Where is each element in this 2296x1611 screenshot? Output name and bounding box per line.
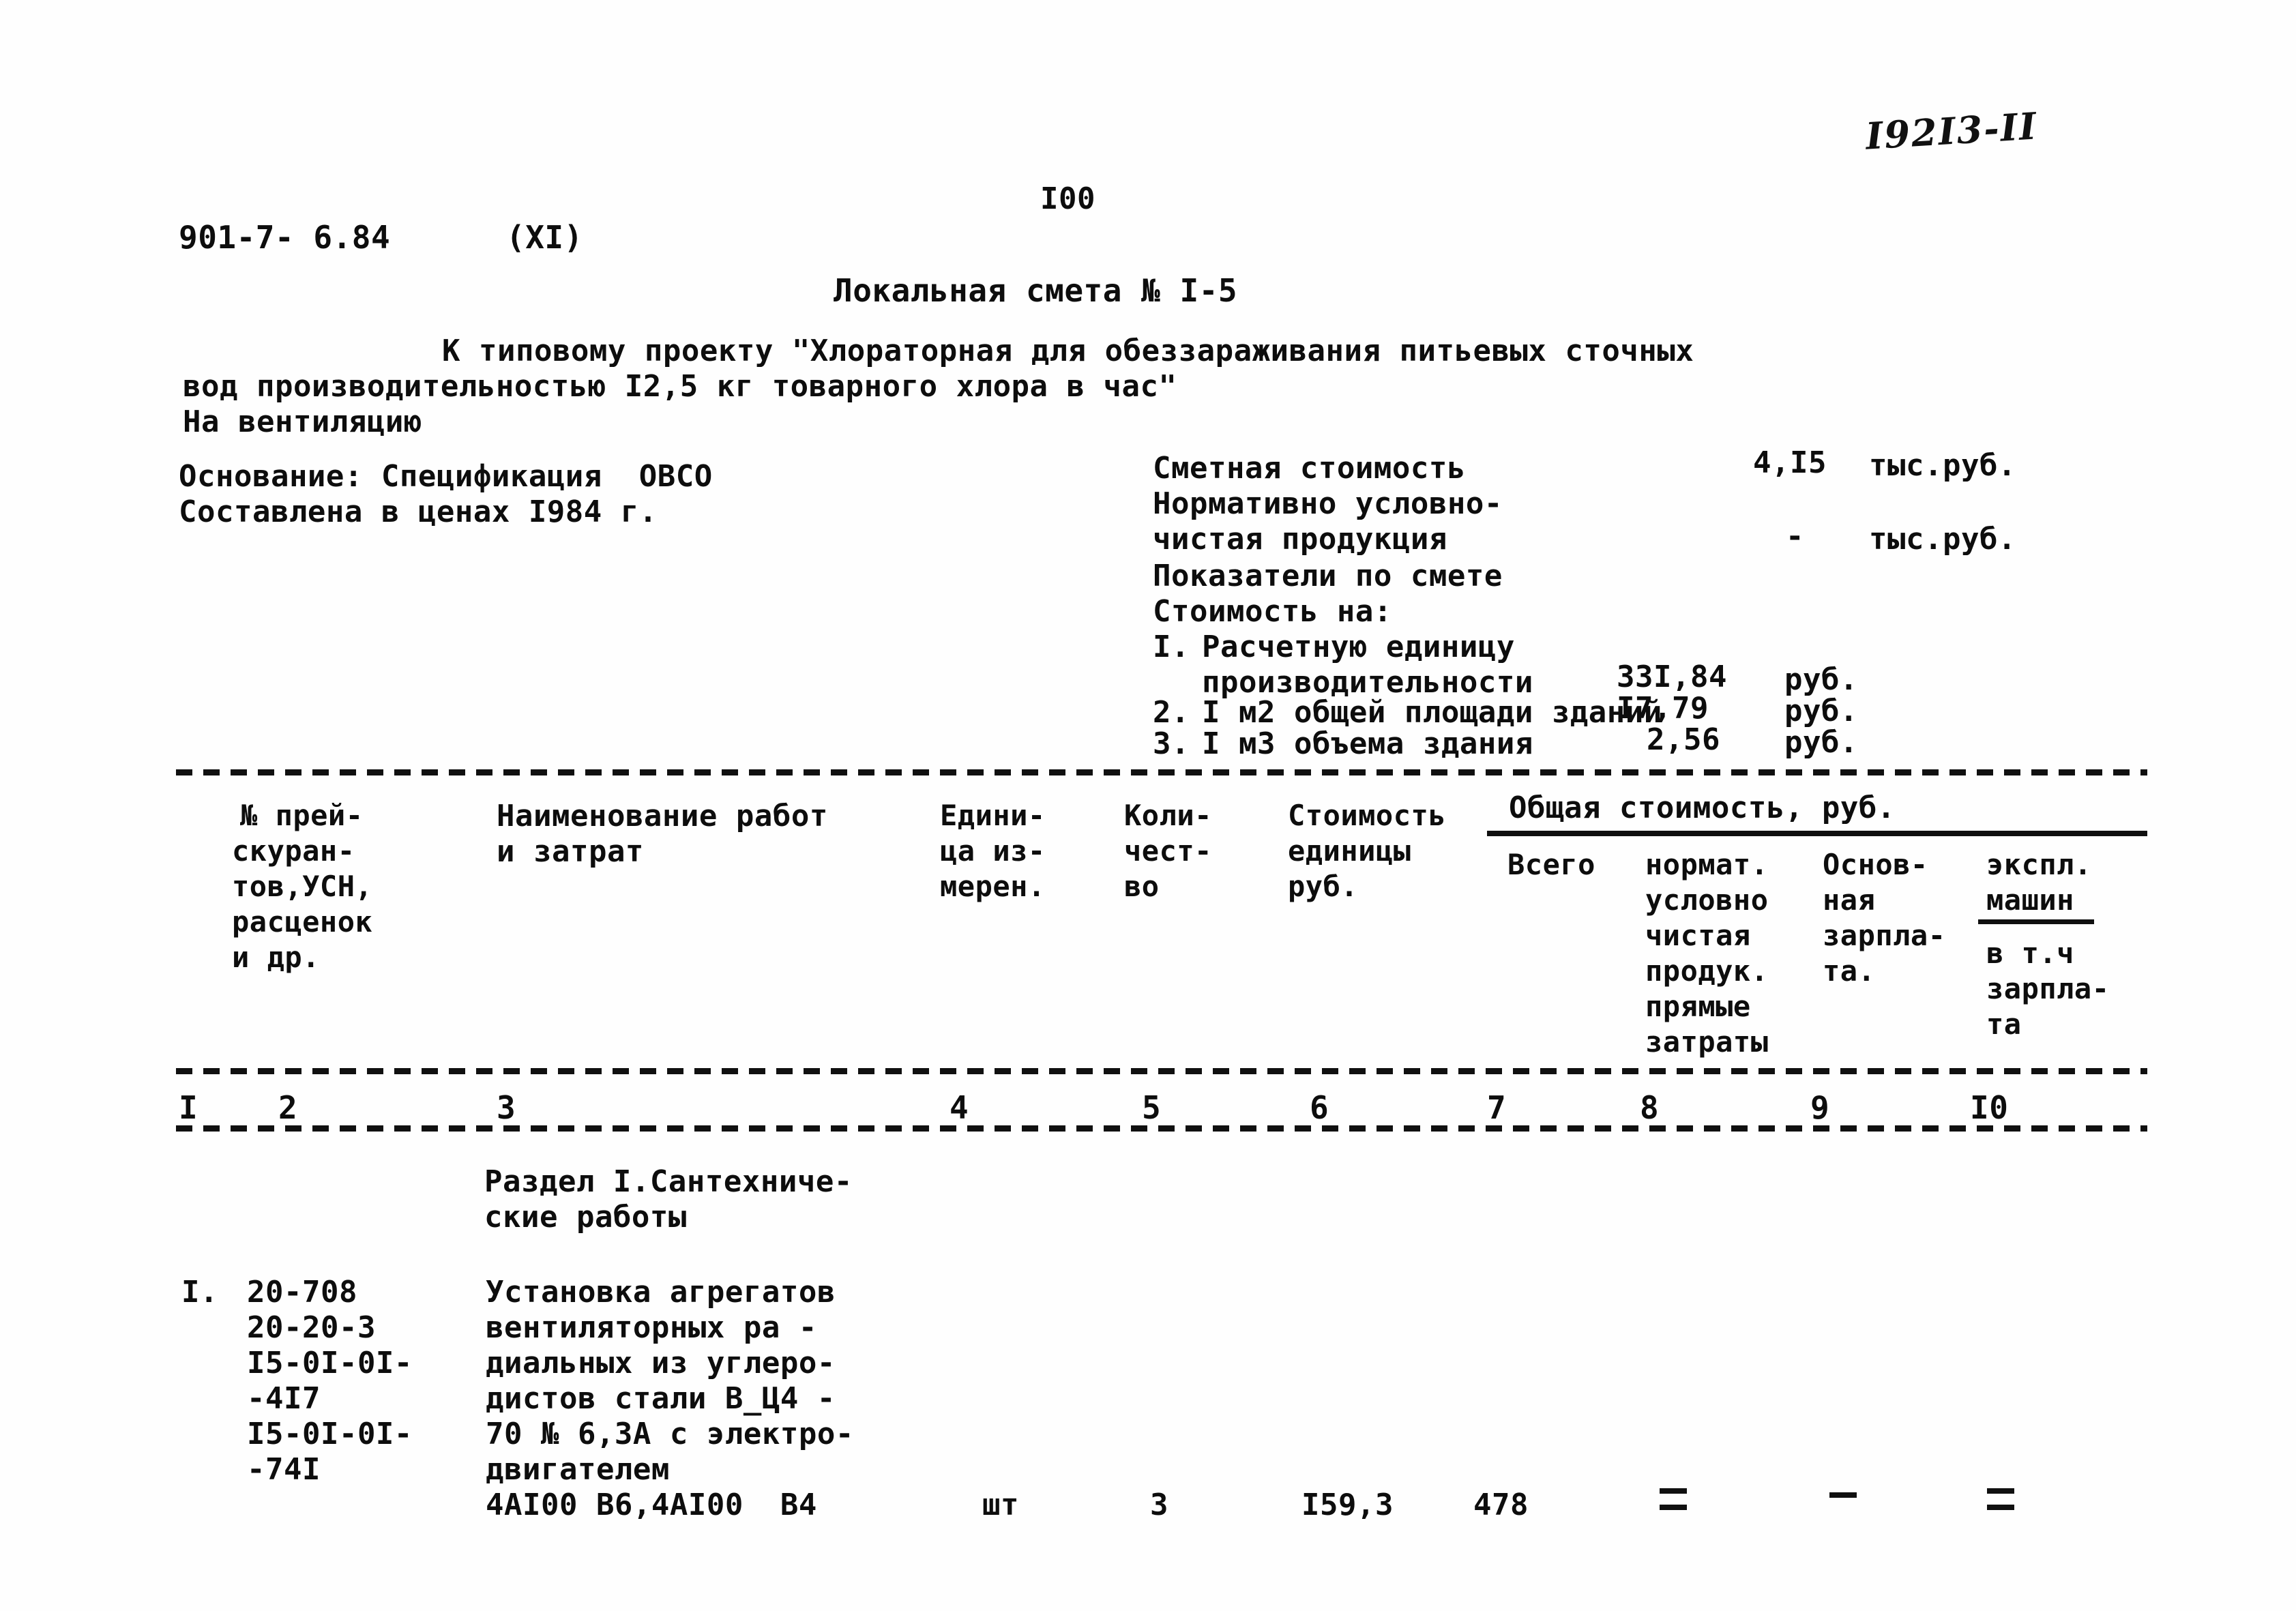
table-header-col9-line5: та: [1986, 1007, 2022, 1041]
table-header-col1-line5: и др.: [232, 941, 320, 974]
table-row-code-5: I5-0I-0I-: [247, 1417, 413, 1451]
table-header-col7-line4: продук.: [1645, 954, 1769, 988]
subtitle-line-1: К типовому проекту "Хлораторная для обез…: [442, 334, 1694, 368]
table-header-col9-underline: [1978, 919, 2094, 924]
table-row-basic-wage-dash: [1829, 1492, 1857, 1498]
table-header-col1-line4: расценок: [232, 905, 373, 938]
cost-for-label: Стоимость на:: [1153, 594, 1392, 629]
table-row-quantity: 3: [1150, 1488, 1168, 1522]
subtitle-line-2: вод производительностью I2,5 кг товарног…: [183, 369, 1177, 404]
table-header-col4-line3: во: [1124, 870, 1160, 903]
table-top-rule: [176, 769, 2147, 775]
table-header-col4-line2: чест-: [1124, 834, 1212, 868]
table-column-number-1: I: [179, 1089, 198, 1126]
table-header-bottom-rule: [176, 1068, 2147, 1074]
net-product-value: -: [1786, 519, 1804, 554]
table-header-col3-line3: мерен.: [940, 870, 1046, 903]
table-column-numbers-bottom-rule: [176, 1125, 2147, 1132]
table-row-number: I.: [181, 1275, 218, 1310]
estimate-cost-label: Сметная стоимость: [1153, 451, 1466, 486]
summary-item-3-value: 2,56: [1647, 722, 1720, 757]
table-header-col1-line2: скуран-: [232, 834, 355, 868]
table-section-heading-line-1: Раздел I.Сантехниче-: [484, 1164, 853, 1199]
table-header-col9-line4: зарпла-: [1986, 972, 2110, 1005]
estimate-cost-value: 4,I5: [1753, 445, 1827, 480]
table-header-col8-line4: та.: [1823, 954, 1876, 988]
table-column-number-10: I0: [1970, 1089, 2009, 1126]
table-header-col5-line1: Стоимость: [1288, 799, 1447, 832]
table-header-col1-line3: тов,УСН,: [232, 870, 373, 903]
table-row-code-6: -74I: [247, 1452, 321, 1487]
summary-item-1-label-line-1: Расчетную единицу: [1202, 630, 1515, 664]
table-section-heading-line-2: ские работы: [484, 1200, 687, 1235]
table-header-col7-line1: нормат.: [1645, 848, 1769, 881]
table-row-total: 478: [1473, 1488, 1529, 1522]
table-group-underline: [1487, 831, 2147, 836]
table-header-col9-line2: машин: [1986, 883, 2074, 917]
table-header-col3-line1: Едини-: [940, 799, 1046, 832]
table-row-code-2: 20-20-3: [247, 1310, 376, 1345]
series-marker: (XI): [506, 219, 583, 256]
subtitle-line-3: На вентиляцию: [183, 404, 422, 439]
table-header-col5-line3: руб.: [1288, 870, 1359, 903]
table-header-col6-line1: Всего: [1507, 848, 1595, 881]
table-header-col4-line1: Коли-: [1124, 799, 1212, 832]
page-number: I00: [1040, 181, 1095, 216]
indicators-label: Показатели по смете: [1153, 559, 1503, 593]
table-row-description-line-3: диальных из углеро-: [486, 1346, 836, 1380]
net-product-label-line-1: Нормативно условно-: [1153, 486, 1503, 521]
table-header-col8-line2: ная: [1823, 883, 1876, 917]
table-header-col2-line2: и затрат: [497, 834, 644, 869]
net-product-unit: тыс.руб.: [1869, 522, 2016, 557]
table-row-norm-net-product-dash: [1658, 1488, 1689, 1510]
handwritten-archive-number: I92I3-II: [1864, 104, 2039, 158]
table-row-description-line-2: вентиляторных ра -: [486, 1310, 817, 1345]
table-row-code-4: -4I7: [247, 1381, 321, 1416]
basis-line-2: Составлена в ценах I984 г.: [179, 494, 658, 529]
table-column-number-3: 3: [497, 1089, 516, 1126]
table-header-group-label: Общая стоимость, руб.: [1509, 790, 1896, 825]
table-header-col7-line5: прямые: [1645, 990, 1751, 1023]
summary-item-3-unit: руб.: [1784, 725, 1858, 760]
document-page: I92I3-II I00 901-7- 6.84 (XI) Локальная …: [0, 0, 2296, 1611]
table-row-code-3: I5-0I-0I-: [247, 1346, 413, 1380]
table-row-unit-cost: I59,3: [1301, 1488, 1394, 1522]
project-code: 901-7- 6.84: [179, 219, 391, 256]
table-row-description-line-1: Установка агрегатов: [486, 1275, 836, 1310]
table-row-code-1: 20-708: [247, 1275, 357, 1310]
table-header-col7-line6: затраты: [1645, 1025, 1769, 1059]
table-row-description-line-5: 70 № 6,3А с электро-: [486, 1417, 854, 1451]
table-row-description-line-6: двигателем: [486, 1452, 670, 1487]
table-column-number-2: 2: [278, 1089, 298, 1126]
table-row-description-line-4: дистов стали В_Ц4 -: [486, 1381, 836, 1416]
table-header-col3-line2: ца из-: [940, 834, 1046, 868]
summary-item-3-number: 3.: [1153, 726, 1190, 761]
table-header-col7-line2: условно: [1645, 883, 1769, 917]
net-product-label-line-2: чистая продукция: [1153, 522, 1447, 557]
table-column-number-8: 8: [1640, 1089, 1660, 1126]
table-header-col9-line3: в т.ч: [1986, 936, 2074, 970]
basis-line-1: Основание: Спецификация ОВСО: [179, 459, 713, 494]
table-header-col2-line1: Наименование работ: [497, 799, 828, 833]
summary-item-3-label-line-1: I м3 объема здания: [1202, 726, 1533, 761]
table-header-col8-line1: Основ-: [1823, 848, 1928, 881]
summary-item-1-number: I.: [1153, 630, 1190, 664]
table-row-machine-operation-dash: [1985, 1488, 2016, 1510]
table-header-col1-line1: № прей-: [240, 799, 364, 832]
table-header-col7-line3: чистая: [1645, 919, 1751, 952]
table-column-number-5: 5: [1142, 1089, 1162, 1126]
table-row-description-line-7: 4АI00 В6,4АI00 В4: [486, 1488, 817, 1522]
table-header-col9-line1: экспл.: [1986, 848, 2092, 881]
table-column-number-7: 7: [1487, 1089, 1507, 1126]
table-header-col5-line2: единицы: [1288, 834, 1411, 868]
page-title: Локальная смета № I-5: [834, 272, 1238, 309]
table-column-number-9: 9: [1810, 1089, 1830, 1126]
table-column-number-6: 6: [1310, 1089, 1329, 1126]
table-header-col8-line3: зарпла-: [1823, 919, 1946, 952]
table-row-unit: шт: [982, 1488, 1019, 1522]
table-column-number-4: 4: [950, 1089, 969, 1126]
estimate-cost-unit: тыс.руб.: [1869, 448, 2016, 483]
